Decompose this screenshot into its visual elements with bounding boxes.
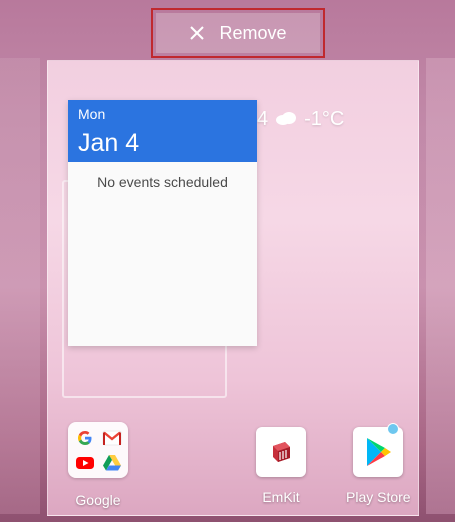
google-drive-icon xyxy=(99,451,124,474)
adjacent-home-page-right[interactable] xyxy=(426,58,455,514)
youtube-icon xyxy=(72,451,97,474)
app-google-folder[interactable]: Google xyxy=(68,422,128,508)
notification-dot xyxy=(387,423,399,435)
app-label-play-store: Play Store xyxy=(346,489,411,505)
google-g-icon xyxy=(72,426,97,449)
calendar-day: Mon xyxy=(78,106,106,122)
app-label-emkit: EmKit xyxy=(262,489,300,505)
app-play-store[interactable]: Play Store xyxy=(346,427,411,505)
calendar-date: Jan 4 xyxy=(78,129,140,157)
gmail-icon xyxy=(99,426,124,449)
emkit-icon xyxy=(256,427,306,477)
calendar-widget[interactable]: Mon Jan 4 No events scheduled xyxy=(68,100,257,346)
google-folder-icon xyxy=(68,422,128,478)
play-store-icon xyxy=(353,427,404,477)
calendar-empty-message: No events scheduled xyxy=(97,174,228,190)
app-emkit[interactable]: EmKit xyxy=(256,427,306,505)
adjacent-home-page-left[interactable] xyxy=(0,58,40,514)
close-icon xyxy=(189,25,205,41)
weather-widget[interactable]: 4 -1°C xyxy=(257,108,344,131)
weather-partial-text: 4 xyxy=(257,108,269,130)
calendar-header: Mon Jan 4 xyxy=(68,100,257,162)
remove-drop-target[interactable]: Remove xyxy=(151,8,325,58)
weather-temperature: -1°C xyxy=(304,108,345,130)
cloud-icon xyxy=(274,108,298,131)
remove-label: Remove xyxy=(219,22,287,43)
remove-zone-inner[interactable]: Remove xyxy=(156,13,320,53)
app-label-google: Google xyxy=(75,492,121,508)
